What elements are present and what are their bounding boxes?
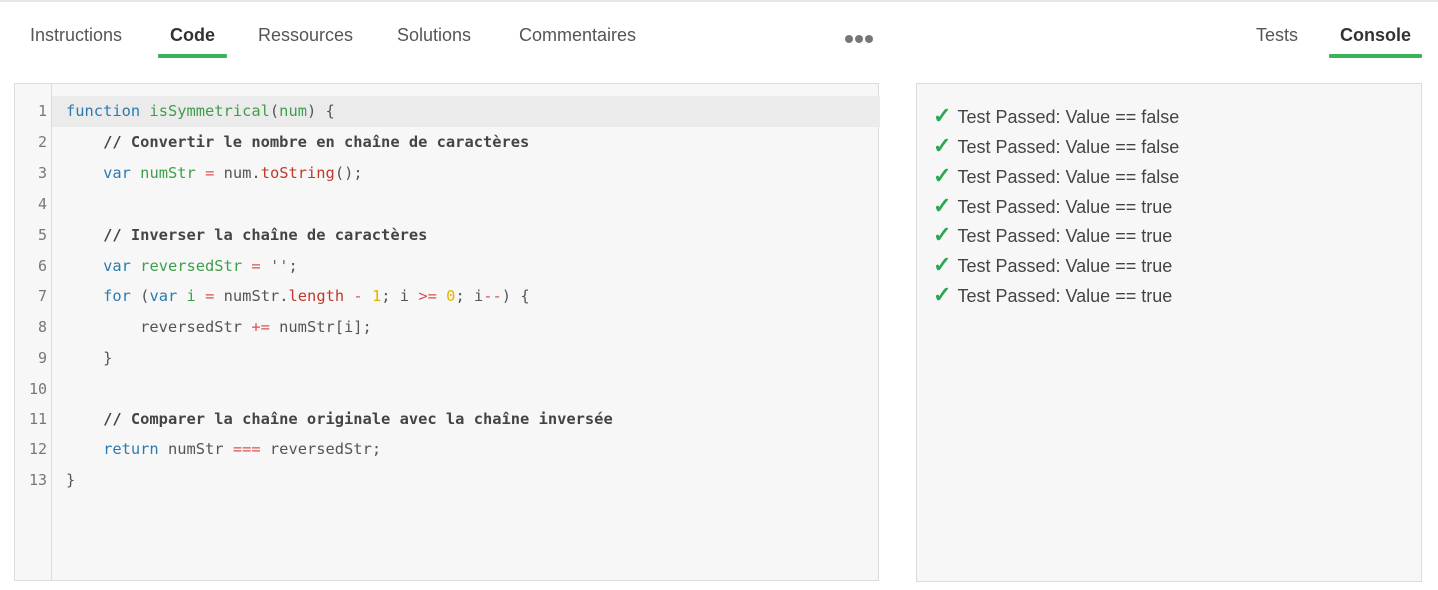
code-line[interactable]: // Inverser la chaîne de caractères [66, 220, 427, 251]
line-number-gutter: 1 2 3 4 5 6 7 8 9 10 11 12 13 [15, 84, 52, 580]
test-result: ✓ Test Passed: Value == true [933, 250, 1172, 280]
code-line[interactable]: } [66, 343, 112, 374]
line-number: 12 [28, 440, 47, 458]
check-icon: ✓ [933, 103, 952, 128]
test-result: ✓ Test Passed: Value == true [933, 220, 1172, 250]
code-editor[interactable]: 1 2 3 4 5 6 7 8 9 10 11 12 13 function i… [14, 83, 880, 581]
tab-console[interactable]: Console [1329, 22, 1422, 58]
test-result-text: Test Passed: Value == false [957, 107, 1180, 127]
test-result-text: Test Passed: Value == true [957, 197, 1173, 217]
line-number: 2 [37, 133, 47, 151]
test-result: ✓ Test Passed: Value == true [933, 280, 1172, 310]
check-icon: ✓ [933, 282, 952, 307]
tab-code[interactable]: Code [158, 22, 227, 58]
line-number: 6 [37, 257, 47, 275]
more-dots-icon[interactable] [845, 30, 877, 44]
code-line[interactable]: } [66, 465, 75, 496]
test-result: ✓ Test Passed: Value == false [933, 101, 1179, 131]
test-result-text: Test Passed: Value == true [957, 256, 1173, 276]
line-number: 9 [37, 349, 47, 367]
tab-instructions[interactable]: Instructions [26, 22, 126, 58]
line-number: 8 [37, 318, 47, 336]
code-line[interactable]: var numStr = num.toString(); [66, 158, 363, 189]
code-line[interactable]: function isSymmetrical(num) { [66, 96, 335, 127]
console-output-panel: ✓ Test Passed: Value == false ✓ Test Passe… [916, 83, 1422, 582]
tab-ressources[interactable]: Ressources [258, 22, 353, 58]
tab-solutions[interactable]: Solutions [395, 22, 473, 58]
code-line[interactable]: // Convertir le nombre en chaîne de cara… [66, 127, 529, 158]
line-number: 13 [28, 471, 47, 489]
test-result: ✓ Test Passed: Value == false [933, 131, 1179, 161]
line-number: 3 [37, 164, 47, 182]
test-result: ✓ Test Passed: Value == true [933, 191, 1172, 221]
check-icon: ✓ [933, 193, 952, 218]
line-number: 11 [28, 410, 47, 428]
check-icon: ✓ [933, 222, 952, 247]
tab-commentaires[interactable]: Commentaires [516, 22, 639, 58]
code-line[interactable]: var reversedStr = ''; [66, 251, 298, 282]
tab-tests[interactable]: Tests [1254, 22, 1300, 58]
test-result-text: Test Passed: Value == true [957, 226, 1173, 246]
test-result-text: Test Passed: Value == false [957, 137, 1180, 157]
line-number: 4 [37, 195, 47, 213]
line-number: 1 [37, 102, 47, 120]
top-divider [0, 0, 1438, 2]
check-icon: ✓ [933, 133, 952, 158]
test-result: ✓ Test Passed: Value == false [933, 161, 1179, 191]
code-line[interactable]: for (var i = numStr.length - 1; i >= 0; … [66, 281, 530, 312]
code-line[interactable]: // Comparer la chaîne originale avec la … [66, 404, 613, 435]
line-number: 7 [37, 287, 47, 305]
code-line[interactable]: reversedStr += numStr[i]; [66, 312, 372, 343]
line-number: 10 [28, 380, 47, 398]
check-icon: ✓ [933, 163, 952, 188]
check-icon: ✓ [933, 252, 952, 277]
code-line[interactable]: return numStr === reversedStr; [66, 434, 381, 465]
line-number: 5 [37, 226, 47, 244]
test-result-text: Test Passed: Value == true [957, 286, 1173, 306]
test-result-text: Test Passed: Value == false [957, 167, 1180, 187]
